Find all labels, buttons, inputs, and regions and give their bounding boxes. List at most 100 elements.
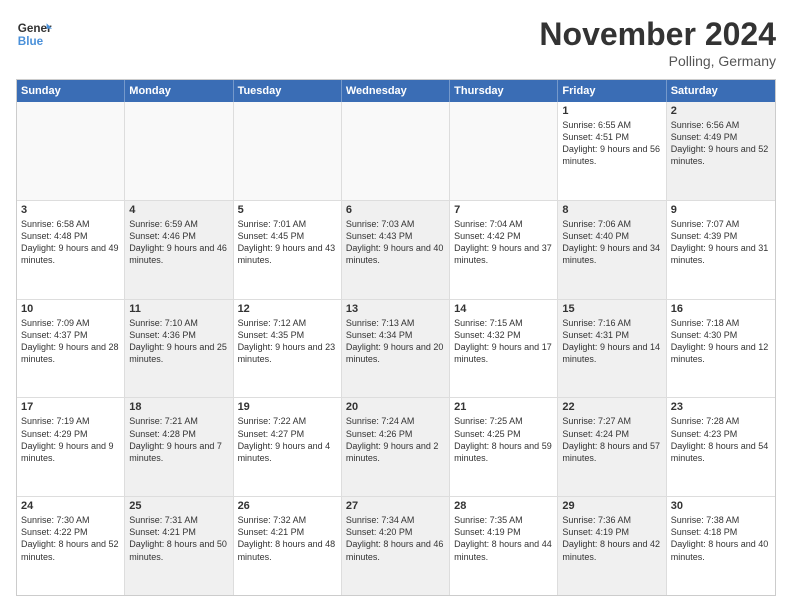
calendar-row-2: 10 Sunrise: 7:09 AM Sunset: 4:37 PM Dayli…: [17, 300, 775, 399]
cell-info: Sunrise: 7:35 AM Sunset: 4:19 PM Dayligh…: [454, 514, 553, 563]
calendar-cell-0-5: 1Sunrise: 6:55 AM Sunset: 4:51 PM Daylig…: [558, 102, 666, 200]
calendar-header: SundayMondayTuesdayWednesdayThursdayFrid…: [17, 80, 775, 102]
day-number: 8: [562, 204, 661, 216]
calendar-cell-1-3: 6 Sunrise: 7:03 AM Sunset: 4:43 PM Daylig…: [342, 201, 450, 299]
calendar-cell-3-1: 18 Sunrise: 7:21 AM Sunset: 4:28 PM Dayli…: [125, 398, 233, 496]
calendar-cell-1-2: 5Sunrise: 7:01 AM Sunset: 4:45 PM Daylig…: [234, 201, 342, 299]
calendar-cell-2-6: 16 Sunrise: 7:18 AM Sunset: 4:30 PM Dayli…: [667, 300, 775, 398]
calendar-cell-1-0: 3Sunrise: 6:58 AM Sunset: 4:48 PM Daylig…: [17, 201, 125, 299]
header-day-friday: Friday: [558, 80, 666, 102]
svg-text:Blue: Blue: [18, 35, 44, 48]
page: General Blue November 2024 Polling, Germ…: [0, 0, 792, 612]
day-number: 24: [21, 500, 120, 512]
day-number: 5: [238, 204, 337, 216]
header-day-thursday: Thursday: [450, 80, 558, 102]
calendar-cell-4-6: 30 Sunrise: 7:38 AM Sunset: 4:18 PM Dayli…: [667, 497, 775, 595]
title-block: November 2024 Polling, Germany: [539, 16, 776, 69]
calendar-cell-0-0: [17, 102, 125, 200]
calendar-row-1: 3Sunrise: 6:58 AM Sunset: 4:48 PM Daylig…: [17, 201, 775, 300]
day-number: 9: [671, 204, 771, 216]
calendar-cell-2-3: 13 Sunrise: 7:13 AM Sunset: 4:34 PM Dayli…: [342, 300, 450, 398]
cell-info: Sunrise: 7:21 AM Sunset: 4:28 PM Dayligh…: [129, 415, 228, 464]
calendar-cell-2-0: 10 Sunrise: 7:09 AM Sunset: 4:37 PM Dayli…: [17, 300, 125, 398]
day-number: 27: [346, 500, 445, 512]
cell-info: Sunrise: 7:27 AM Sunset: 4:24 PM Dayligh…: [562, 415, 661, 464]
calendar-cell-3-3: 20 Sunrise: 7:24 AM Sunset: 4:26 PM Dayli…: [342, 398, 450, 496]
cell-info: Sunrise: 7:06 AM Sunset: 4:40 PM Dayligh…: [562, 218, 661, 267]
cell-info: Sunrise: 7:24 AM Sunset: 4:26 PM Dayligh…: [346, 415, 445, 464]
header-day-monday: Monday: [125, 80, 233, 102]
calendar-body: 1Sunrise: 6:55 AM Sunset: 4:51 PM Daylig…: [17, 102, 775, 595]
day-number: 12: [238, 303, 337, 315]
calendar-cell-1-6: 9 Sunrise: 7:07 AM Sunset: 4:39 PM Daylig…: [667, 201, 775, 299]
day-number: 30: [671, 500, 771, 512]
day-number: 6: [346, 204, 445, 216]
cell-info: Sunrise: 7:30 AM Sunset: 4:22 PM Dayligh…: [21, 514, 120, 563]
cell-info: Sunrise: 7:38 AM Sunset: 4:18 PM Dayligh…: [671, 514, 771, 563]
day-number: 21: [454, 401, 553, 413]
cell-info: Sunrise: 7:28 AM Sunset: 4:23 PM Dayligh…: [671, 415, 771, 464]
cell-info: Sunrise: 7:10 AM Sunset: 4:36 PM Dayligh…: [129, 317, 228, 366]
cell-info: Sunrise: 7:03 AM Sunset: 4:43 PM Dayligh…: [346, 218, 445, 267]
day-number: 3: [21, 204, 120, 216]
calendar-cell-0-3: [342, 102, 450, 200]
month-title: November 2024: [539, 16, 776, 53]
day-number: 26: [238, 500, 337, 512]
calendar-cell-0-6: 2 Sunrise: 6:56 AM Sunset: 4:49 PM Daylig…: [667, 102, 775, 200]
calendar-cell-4-2: 26 Sunrise: 7:32 AM Sunset: 4:21 PM Dayli…: [234, 497, 342, 595]
calendar-row-4: 24 Sunrise: 7:30 AM Sunset: 4:22 PM Dayli…: [17, 497, 775, 595]
calendar-cell-1-1: 4Sunrise: 6:59 AM Sunset: 4:46 PM Daylig…: [125, 201, 233, 299]
calendar-cell-3-2: 19 Sunrise: 7:22 AM Sunset: 4:27 PM Dayli…: [234, 398, 342, 496]
cell-info: Sunrise: 6:56 AM Sunset: 4:49 PM Dayligh…: [671, 119, 771, 168]
header-day-sunday: Sunday: [17, 80, 125, 102]
day-number: 7: [454, 204, 553, 216]
day-number: 4: [129, 204, 228, 216]
cell-info: Sunrise: 7:32 AM Sunset: 4:21 PM Dayligh…: [238, 514, 337, 563]
day-number: 29: [562, 500, 661, 512]
calendar-cell-1-4: 7Sunrise: 7:04 AM Sunset: 4:42 PM Daylig…: [450, 201, 558, 299]
day-number: 25: [129, 500, 228, 512]
day-number: 18: [129, 401, 228, 413]
calendar-cell-4-5: 29 Sunrise: 7:36 AM Sunset: 4:19 PM Dayli…: [558, 497, 666, 595]
day-number: 10: [21, 303, 120, 315]
calendar: SundayMondayTuesdayWednesdayThursdayFrid…: [16, 79, 776, 596]
day-number: 15: [562, 303, 661, 315]
cell-info: Sunrise: 7:13 AM Sunset: 4:34 PM Dayligh…: [346, 317, 445, 366]
calendar-cell-2-4: 14 Sunrise: 7:15 AM Sunset: 4:32 PM Dayli…: [450, 300, 558, 398]
calendar-cell-3-6: 23 Sunrise: 7:28 AM Sunset: 4:23 PM Dayli…: [667, 398, 775, 496]
day-number: 14: [454, 303, 553, 315]
calendar-cell-4-1: 25 Sunrise: 7:31 AM Sunset: 4:21 PM Dayli…: [125, 497, 233, 595]
day-number: 2: [671, 105, 771, 117]
cell-info: Sunrise: 7:19 AM Sunset: 4:29 PM Dayligh…: [21, 415, 120, 464]
calendar-cell-3-4: 21Sunrise: 7:25 AM Sunset: 4:25 PM Dayli…: [450, 398, 558, 496]
day-number: 23: [671, 401, 771, 413]
calendar-cell-0-4: [450, 102, 558, 200]
day-number: 19: [238, 401, 337, 413]
cell-info: Sunrise: 7:07 AM Sunset: 4:39 PM Dayligh…: [671, 218, 771, 267]
calendar-cell-0-1: [125, 102, 233, 200]
calendar-cell-3-0: 17Sunrise: 7:19 AM Sunset: 4:29 PM Dayli…: [17, 398, 125, 496]
cell-info: Sunrise: 7:31 AM Sunset: 4:21 PM Dayligh…: [129, 514, 228, 563]
cell-info: Sunrise: 7:36 AM Sunset: 4:19 PM Dayligh…: [562, 514, 661, 563]
cell-info: Sunrise: 7:18 AM Sunset: 4:30 PM Dayligh…: [671, 317, 771, 366]
day-number: 22: [562, 401, 661, 413]
day-number: 16: [671, 303, 771, 315]
calendar-cell-4-3: 27 Sunrise: 7:34 AM Sunset: 4:20 PM Dayli…: [342, 497, 450, 595]
cell-info: Sunrise: 7:15 AM Sunset: 4:32 PM Dayligh…: [454, 317, 553, 366]
calendar-cell-2-1: 11Sunrise: 7:10 AM Sunset: 4:36 PM Dayli…: [125, 300, 233, 398]
day-number: 13: [346, 303, 445, 315]
cell-info: Sunrise: 7:09 AM Sunset: 4:37 PM Dayligh…: [21, 317, 120, 366]
logo: General Blue: [16, 16, 56, 52]
header-day-wednesday: Wednesday: [342, 80, 450, 102]
day-number: 20: [346, 401, 445, 413]
cell-info: Sunrise: 7:12 AM Sunset: 4:35 PM Dayligh…: [238, 317, 337, 366]
day-number: 1: [562, 105, 661, 117]
calendar-cell-0-2: [234, 102, 342, 200]
calendar-cell-4-4: 28Sunrise: 7:35 AM Sunset: 4:19 PM Dayli…: [450, 497, 558, 595]
cell-info: Sunrise: 7:34 AM Sunset: 4:20 PM Dayligh…: [346, 514, 445, 563]
calendar-cell-4-0: 24 Sunrise: 7:30 AM Sunset: 4:22 PM Dayli…: [17, 497, 125, 595]
calendar-cell-3-5: 22 Sunrise: 7:27 AM Sunset: 4:24 PM Dayli…: [558, 398, 666, 496]
cell-info: Sunrise: 7:22 AM Sunset: 4:27 PM Dayligh…: [238, 415, 337, 464]
calendar-cell-2-5: 15 Sunrise: 7:16 AM Sunset: 4:31 PM Dayli…: [558, 300, 666, 398]
cell-info: Sunrise: 7:16 AM Sunset: 4:31 PM Dayligh…: [562, 317, 661, 366]
